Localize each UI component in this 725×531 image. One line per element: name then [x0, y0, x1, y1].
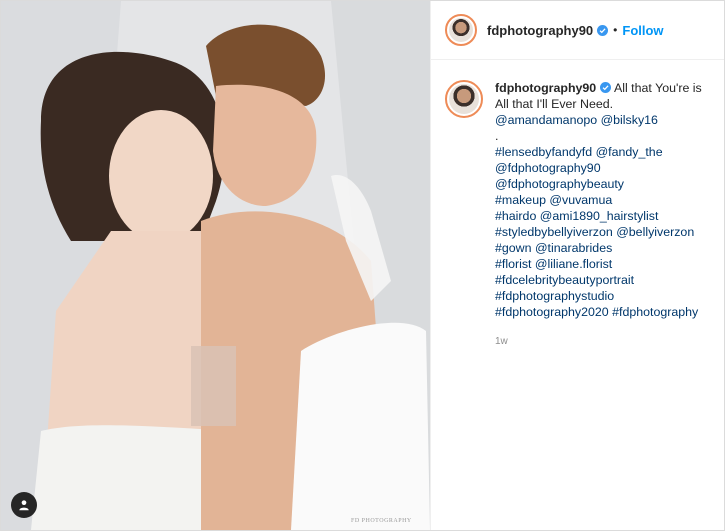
caption-username[interactable]: fdphotography90 [495, 81, 596, 95]
separator-dot: • [613, 23, 618, 37]
tag-people-button[interactable] [11, 492, 37, 518]
caption-hashtag-line[interactable]: #lensedbyfandyfd @fandy_the [495, 144, 710, 160]
caption-mention-line[interactable]: @fdphotography90 [495, 160, 710, 176]
caption-body: fdphotography90 All that You're is All t… [495, 80, 710, 350]
post-photo[interactable]: FD PHOTOGRAPHY [1, 1, 430, 530]
caption-hashtag-line[interactable]: #makeup @vuvamua [495, 192, 710, 208]
author-username[interactable]: fdphotography90 [487, 23, 593, 38]
instagram-post: FD PHOTOGRAPHY fdphotography90 • Follow [0, 0, 725, 531]
caption-hashtag-line[interactable]: #hairdo @ami1890_hairstylist [495, 208, 710, 224]
verified-badge-icon [600, 82, 612, 93]
caption-avatar[interactable] [445, 80, 483, 118]
caption-dot-line: . [495, 129, 499, 143]
caption-mention-line[interactable]: @fdphotographybeauty [495, 176, 710, 192]
caption-mention-line[interactable]: @amandamanopo @bilsky16 [495, 112, 710, 128]
author-avatar[interactable] [445, 14, 477, 46]
follow-button[interactable]: Follow [622, 23, 663, 38]
watermark-text: FD PHOTOGRAPHY [351, 518, 412, 524]
post-sidebar: fdphotography90 • Follow fdphotography90… [430, 1, 724, 530]
caption-hashtag-line[interactable]: #gown @tinarabrides [495, 240, 710, 256]
caption-hashtag-line[interactable]: #fdphotographystudio [495, 288, 710, 304]
caption-hashtag-line[interactable]: #fdcelebritybeautyportrait [495, 272, 710, 288]
post-timestamp[interactable]: 1w [495, 334, 710, 350]
caption-hashtag-line[interactable]: #florist @liliane.florist [495, 256, 710, 272]
caption-hashtag-line[interactable]: #styledbybellyiverzon @bellyiverzon [495, 224, 710, 240]
verified-badge-icon [597, 24, 609, 36]
post-header: fdphotography90 • Follow [431, 1, 724, 60]
post-caption: fdphotography90 All that You're is All t… [431, 60, 724, 350]
photo-illustration [1, 1, 430, 530]
person-tag-icon [19, 500, 29, 511]
caption-hashtag-line[interactable]: #fdphotography2020 #fdphotography [495, 304, 710, 320]
